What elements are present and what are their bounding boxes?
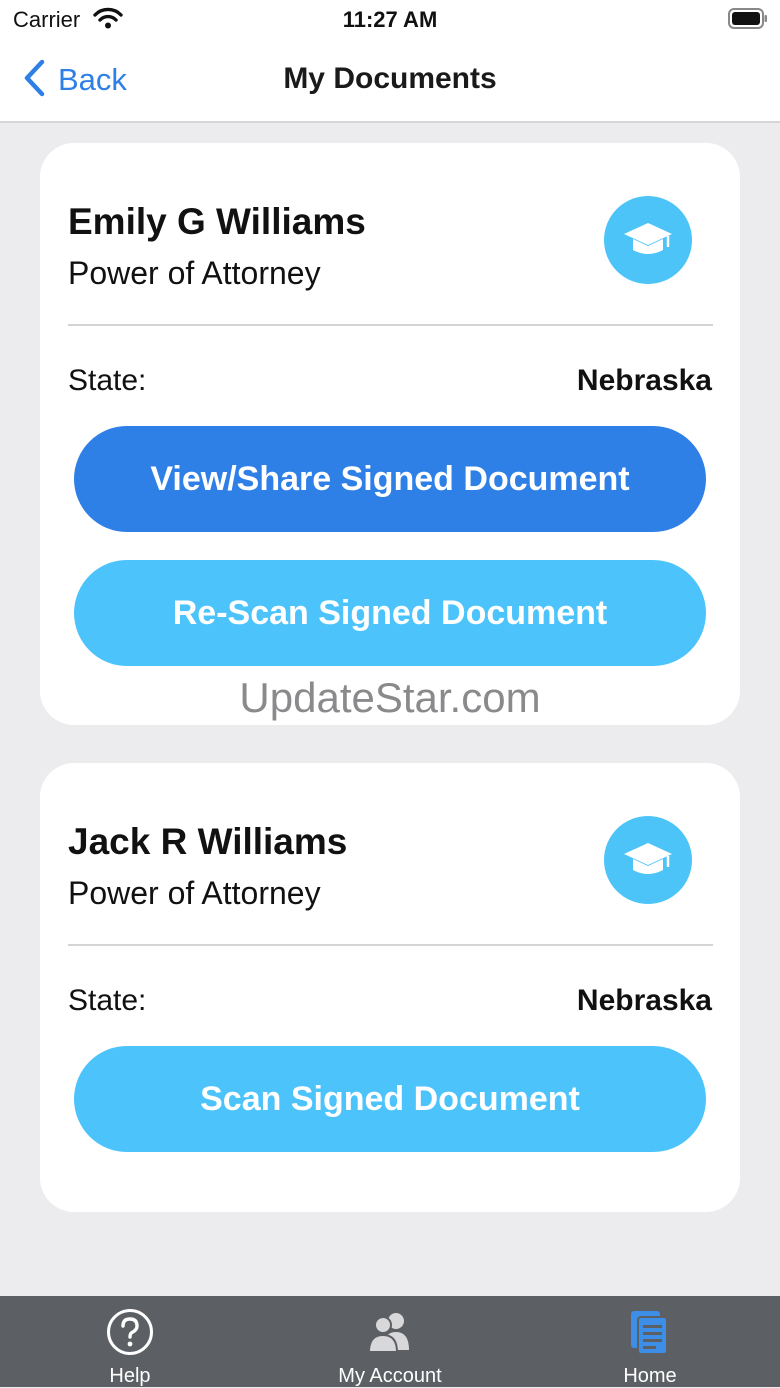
- status-bar: Carrier 11:27 AM: [0, 0, 780, 40]
- tab-my-account[interactable]: My Account: [260, 1296, 520, 1387]
- document-card: Emily G Williams Power of Attorney State…: [40, 143, 740, 725]
- graduation-cap-icon: [604, 196, 692, 284]
- rescan-document-button[interactable]: Re-Scan Signed Document: [74, 560, 706, 666]
- tab-home[interactable]: Home: [520, 1296, 780, 1387]
- account-icon: [260, 1308, 520, 1356]
- state-value: Nebraska: [576, 364, 712, 397]
- document-card: Jack R Williams Power of Attorney State:…: [40, 763, 740, 1212]
- tab-bar: Help My Account Home: [0, 1296, 780, 1387]
- tab-label: Help: [109, 1365, 151, 1387]
- graduation-cap-icon: [604, 816, 692, 904]
- tab-help[interactable]: Help: [0, 1296, 260, 1387]
- divider: [68, 324, 713, 326]
- documents-icon: [520, 1308, 780, 1356]
- view-share-document-button[interactable]: View/Share Signed Document: [74, 426, 706, 532]
- help-icon: [0, 1308, 260, 1356]
- status-time: 11:27 AM: [342, 7, 438, 32]
- battery-icon: [728, 8, 768, 29]
- state-value: Nebraska: [576, 984, 712, 1017]
- state-label: State:: [68, 364, 147, 397]
- person-name: Emily G Williams: [68, 201, 366, 242]
- state-label: State:: [68, 984, 147, 1017]
- scan-document-button[interactable]: Scan Signed Document: [74, 1046, 706, 1152]
- page-title: My Documents: [283, 62, 497, 95]
- document-type: Power of Attorney: [68, 875, 321, 911]
- person-name: Jack R Williams: [68, 821, 348, 862]
- tab-label: My Account: [338, 1365, 442, 1387]
- document-type: Power of Attorney: [68, 255, 321, 291]
- navigation-bar: Back My Documents: [0, 40, 780, 123]
- tab-label: Home: [623, 1365, 677, 1387]
- watermark-text: UpdateStar.com: [239, 674, 541, 721]
- divider: [68, 944, 713, 946]
